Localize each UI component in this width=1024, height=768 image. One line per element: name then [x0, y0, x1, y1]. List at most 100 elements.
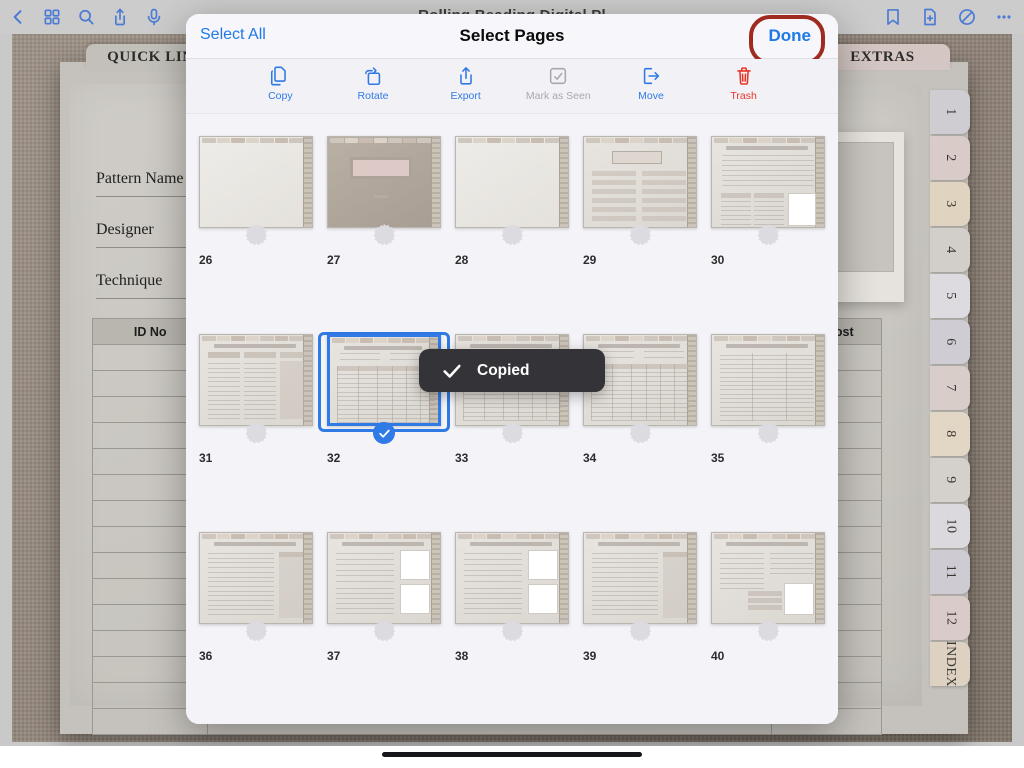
page-thumbnail-38[interactable]: 38 [448, 532, 576, 724]
toolbar-button-move[interactable]: Move [614, 65, 688, 102]
export-icon [455, 65, 477, 87]
search-icon[interactable] [76, 7, 96, 27]
selection-checkmark-badge[interactable] [373, 422, 395, 444]
page-status-badge[interactable] [629, 422, 651, 444]
starburst-icon [373, 224, 395, 246]
page-status-badge[interactable] [245, 620, 267, 642]
page-thumbnail-28[interactable]: 28 [448, 136, 576, 334]
page-preview [199, 334, 313, 426]
side-index-tabs: 1 2 3 4 5 6 7 8 9 10 11 12 INDEX [930, 90, 970, 688]
thumbnail-frame[interactable] [448, 532, 576, 628]
side-tab-9[interactable]: 9 [930, 458, 970, 502]
thumbnail-frame[interactable] [320, 136, 448, 232]
page-preview [455, 136, 569, 228]
side-tab-7[interactable]: 7 [930, 366, 970, 410]
more-options-icon[interactable] [994, 7, 1014, 27]
move-icon [640, 65, 662, 87]
toolbar-button-export[interactable]: Export [429, 65, 503, 102]
grid-view-icon[interactable] [42, 7, 62, 27]
thumbnail-frame[interactable] [576, 532, 704, 628]
page-thumbnail-30[interactable]: 30 [704, 136, 832, 334]
thumbnail-frame[interactable] [448, 136, 576, 232]
thumbnail-frame[interactable] [704, 136, 832, 232]
page-thumbnail-39[interactable]: 39 [576, 532, 704, 724]
page-status-badge[interactable] [245, 422, 267, 444]
page-thumbnail-40[interactable]: 40 [704, 532, 832, 724]
thumbnail-frame[interactable] [192, 136, 320, 232]
side-tab-8[interactable]: 8 [930, 412, 970, 456]
starburst-icon [629, 422, 651, 444]
microphone-icon[interactable] [144, 7, 164, 27]
done-button[interactable]: Done [756, 20, 825, 52]
starburst-icon [373, 620, 395, 642]
thumbnail-frame[interactable] [576, 136, 704, 232]
page-status-badge[interactable] [373, 620, 395, 642]
done-button-wrapper: Done [748, 15, 825, 65]
side-tab-label: 1 [943, 108, 958, 116]
page-status-badge[interactable] [245, 224, 267, 246]
rotate-icon [362, 65, 384, 87]
sheet-title: Select Pages [459, 26, 565, 45]
toolbar-button-copy[interactable]: Copy [243, 65, 317, 102]
toolbar-button-label: Copy [268, 90, 293, 102]
page-number-label: 29 [583, 253, 597, 267]
thumbnail-frame[interactable] [320, 532, 448, 628]
side-tab-label: 8 [943, 430, 958, 438]
toolbar-button-label: Export [450, 90, 481, 102]
side-tab-5[interactable]: 5 [930, 274, 970, 318]
side-tab-label: 4 [943, 246, 958, 254]
back-icon[interactable] [8, 7, 28, 27]
home-indicator[interactable] [382, 752, 642, 757]
page-status-badge[interactable] [629, 620, 651, 642]
side-tab-12[interactable]: 12 [930, 596, 970, 640]
page-thumbnail-27[interactable]: 27 [320, 136, 448, 334]
page-status-badge[interactable] [629, 224, 651, 246]
page-thumbnail-29[interactable]: 29 [576, 136, 704, 334]
copied-toast: Copied [419, 349, 605, 392]
page-thumbnail-grid[interactable]: 26 27 28 29 30 31 32 33 34 35 36 37 38 39 40 [186, 114, 838, 724]
page-number-label: 38 [455, 649, 469, 663]
page-status-badge[interactable] [373, 224, 395, 246]
side-tab-label: INDEX [943, 640, 959, 688]
starburst-icon [245, 620, 267, 642]
page-status-badge[interactable] [501, 422, 523, 444]
checkmark-icon [441, 360, 463, 382]
thumbnail-frame[interactable] [192, 532, 320, 628]
toolbar-button-rotate[interactable]: Rotate [336, 65, 410, 102]
page-thumbnail-35[interactable]: 35 [704, 334, 832, 532]
toolbar-button-label: Mark as Seen [525, 90, 591, 102]
starburst-icon [629, 224, 651, 246]
page-status-badge[interactable] [501, 224, 523, 246]
thumbnail-frame[interactable] [704, 532, 832, 628]
page-thumbnail-37[interactable]: 37 [320, 532, 448, 724]
toolbar-button-trash[interactable]: Trash [707, 65, 781, 102]
page-thumbnail-36[interactable]: 36 [192, 532, 320, 724]
page-thumbnail-26[interactable]: 26 [192, 136, 320, 334]
page-status-badge[interactable] [757, 620, 779, 642]
page-thumbnail-31[interactable]: 31 [192, 334, 320, 532]
side-tab-6[interactable]: 6 [930, 320, 970, 364]
page-number-label: 35 [711, 451, 725, 465]
ipad-screen: QUICK LINKS EXTRAS Pattern Name Designer… [0, 0, 1024, 768]
page-status-badge[interactable] [757, 422, 779, 444]
page-preview [711, 532, 825, 624]
add-page-icon[interactable] [920, 7, 940, 27]
side-tab-2[interactable]: 2 [930, 136, 970, 180]
side-tab-3[interactable]: 3 [930, 182, 970, 226]
thumbnail-frame[interactable] [704, 334, 832, 430]
page-status-badge[interactable] [501, 620, 523, 642]
trash-icon [733, 65, 755, 87]
side-tab-10[interactable]: 10 [930, 504, 970, 548]
page-status-badge[interactable] [757, 224, 779, 246]
bookmark-icon[interactable] [883, 7, 903, 27]
side-tab-label: 6 [943, 338, 958, 346]
thumbnail-frame[interactable] [192, 334, 320, 430]
side-tab-label: 10 [943, 518, 958, 534]
side-tab-index[interactable]: INDEX [930, 640, 970, 688]
side-tab-1[interactable]: 1 [930, 90, 970, 134]
page-preview [327, 136, 441, 228]
share-icon[interactable] [110, 7, 130, 27]
no-ink-icon[interactable] [957, 7, 977, 27]
side-tab-4[interactable]: 4 [930, 228, 970, 272]
side-tab-11[interactable]: 11 [930, 550, 970, 594]
